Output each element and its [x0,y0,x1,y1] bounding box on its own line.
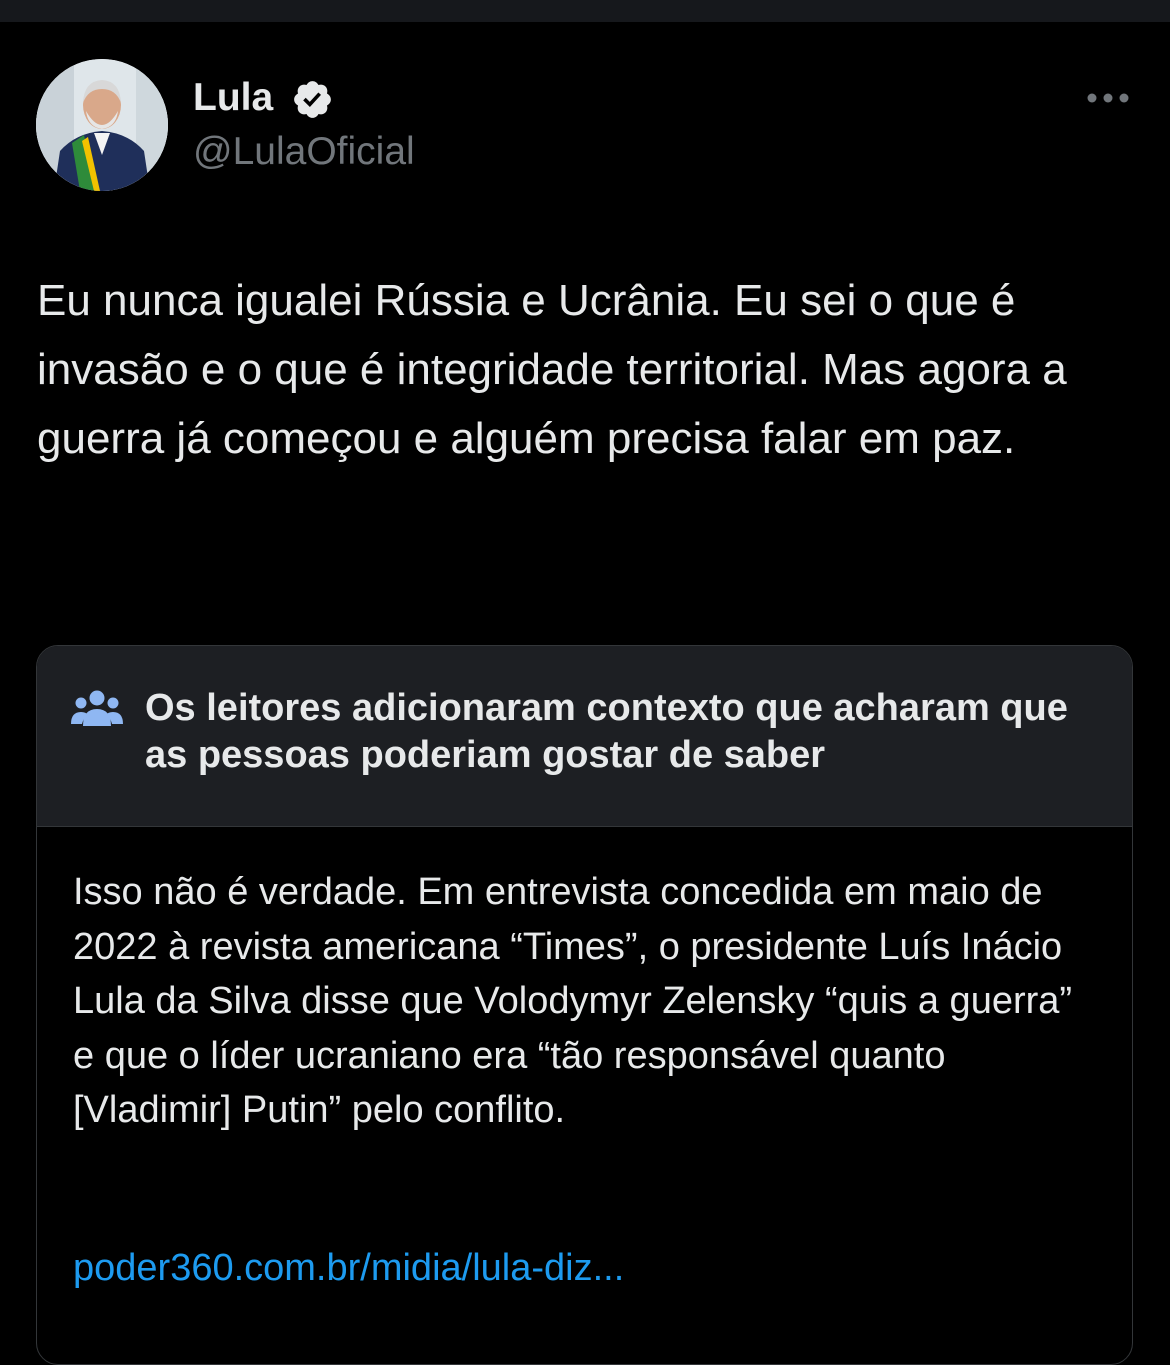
community-note-header: Os leitores adicionaram contexto que ach… [37,646,1132,827]
user-handle[interactable]: @LulaOficial [193,128,415,176]
community-note-body: Isso não é verdade. Em entrevista conced… [73,871,1073,1131]
community-note: Os leitores adicionaram contexto que ach… [36,645,1133,1365]
tweet-text: Eu nunca igualei Rússia e Ucrânia. Eu se… [37,276,1067,463]
verified-badge-icon [294,81,331,118]
avatar[interactable] [36,59,168,191]
people-icon [71,690,123,726]
community-note-source-link[interactable]: poder360.com.br/midia/lula-diz... [73,1241,624,1295]
more-horizontal-icon[interactable] [1078,80,1138,116]
display-name[interactable]: Lula [193,74,273,122]
top-status-strip [0,0,1170,22]
community-note-title: Os leitores adicionaram contexto que ach… [145,687,1068,776]
